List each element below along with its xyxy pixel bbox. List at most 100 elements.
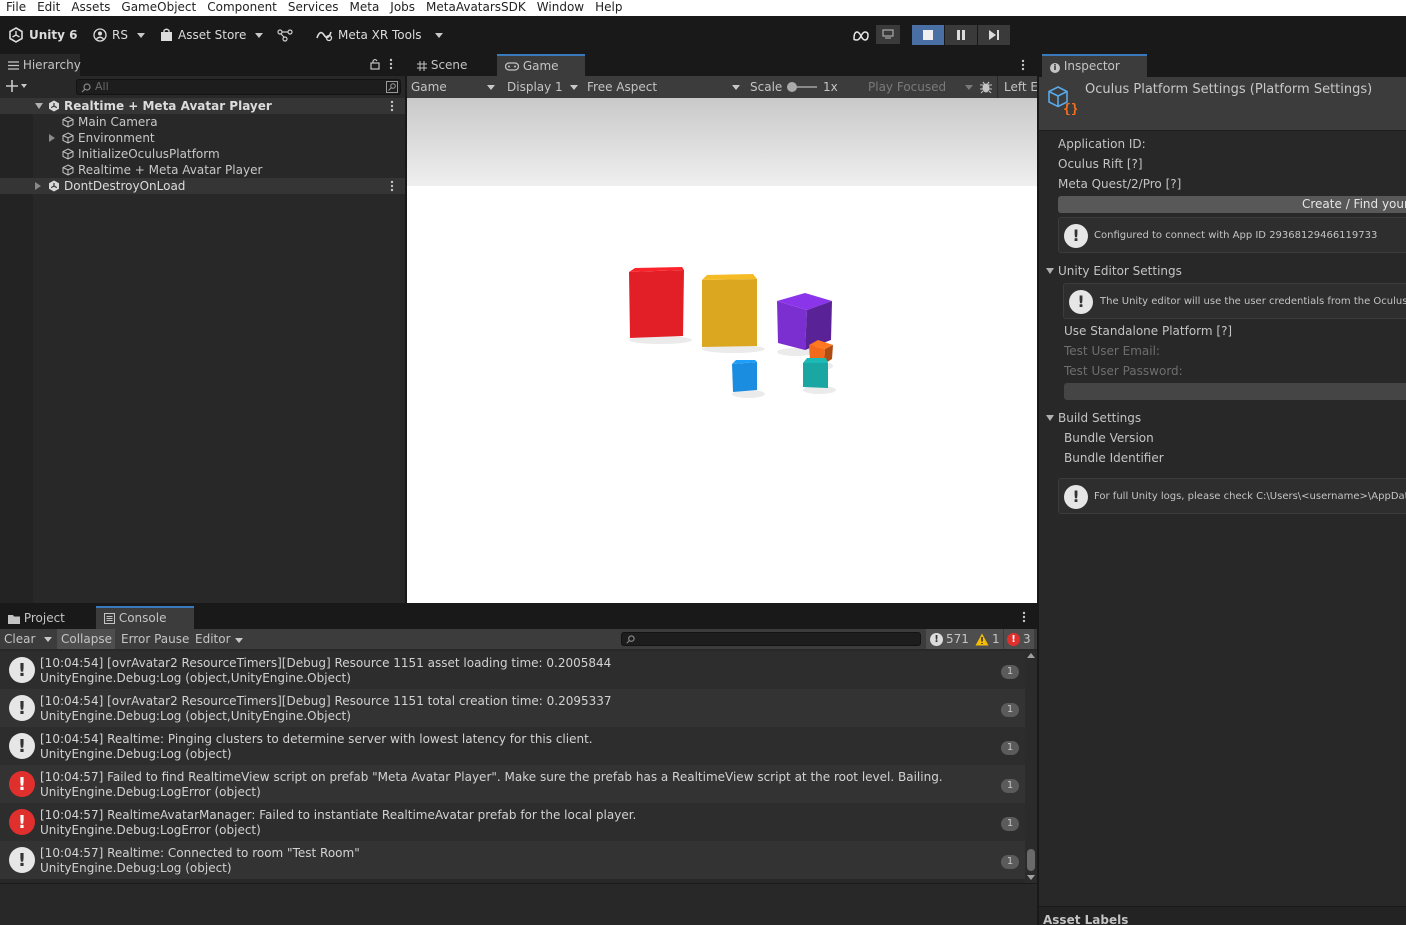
console-entry-count: 1 xyxy=(1001,779,1019,793)
tab-scene[interactable]: Scene xyxy=(409,54,495,76)
eye-selector-dropdown[interactable]: Left E xyxy=(997,76,1037,98)
hierarchy-item-main-camera[interactable]: Main Camera xyxy=(0,114,405,130)
menu-window[interactable]: Window xyxy=(531,0,589,16)
meta-logo-icon xyxy=(853,31,869,41)
teal-cube xyxy=(803,358,836,394)
add-button[interactable] xyxy=(6,79,28,96)
menu-edit[interactable]: Edit xyxy=(31,0,65,16)
account-dropdown[interactable]: RS xyxy=(93,26,145,44)
more-options-icon[interactable] xyxy=(389,58,393,73)
tab-project[interactable]: Project xyxy=(0,607,90,629)
hierarchy-item-initialize-oculus[interactable]: InitializeOculusPlatform xyxy=(0,146,405,162)
hierarchy-item-realtime-avatar[interactable]: Realtime + Meta Avatar Player xyxy=(0,162,405,178)
left-eye-label: Left E xyxy=(1004,80,1037,94)
scroll-up-icon[interactable] xyxy=(1027,653,1035,658)
hierarchy-scene-dontdestroy[interactable]: DontDestroyOnLoad xyxy=(0,178,405,194)
editor-dropdown-label: Editor xyxy=(195,632,231,646)
console-entry-error[interactable]: ! [10:04:57] Failed to find RealtimeView… xyxy=(0,765,1025,803)
console-entry[interactable]: ! [10:04:57] Realtime: Connected to room… xyxy=(0,841,1025,879)
scale-slider[interactable] xyxy=(787,82,817,92)
error-count-toggle[interactable]: ! 3 xyxy=(1004,629,1034,649)
tab-hierarchy[interactable]: Hierarchy xyxy=(0,54,81,76)
console-entry[interactable]: ! [10:04:54] [ovrAvatar2 ResourceTimers]… xyxy=(0,689,1025,727)
help-box-text: For full Unity logs, please check C:\Use… xyxy=(1094,491,1406,502)
display-dropdown-label: Display 1 xyxy=(507,80,563,94)
hierarchy-item-label: DontDestroyOnLoad xyxy=(64,179,186,193)
build-settings-foldout[interactable]: Build Settings xyxy=(1046,411,1141,425)
tab-console[interactable]: Console xyxy=(96,606,194,629)
warning-count-toggle[interactable]: 1 xyxy=(972,629,1003,649)
unity-editor-settings-foldout[interactable]: Unity Editor Settings xyxy=(1046,264,1182,278)
clear-button[interactable]: Clear xyxy=(4,629,35,649)
more-options-icon[interactable] xyxy=(390,100,394,112)
scale-slider-thumb[interactable] xyxy=(787,82,797,92)
game-view-dropdown[interactable]: Game xyxy=(407,76,497,98)
editor-dropdown[interactable]: Editor xyxy=(195,629,243,649)
tab-inspector[interactable]: i Inspector xyxy=(1042,54,1147,77)
stop-icon xyxy=(923,30,933,40)
unity-logo-icon xyxy=(9,27,23,43)
simulator-button[interactable] xyxy=(876,24,900,44)
hierarchy-scene-row[interactable]: Realtime + Meta Avatar Player xyxy=(0,98,405,114)
log-count-toggle[interactable]: ! 571 xyxy=(926,629,973,649)
menu-component[interactable]: Component xyxy=(201,0,282,16)
section-title: Build Settings xyxy=(1058,411,1142,425)
use-standalone-label: Use Standalone Platform [?] xyxy=(1064,324,1233,338)
more-options-icon[interactable] xyxy=(390,180,394,192)
menu-file[interactable]: File xyxy=(0,0,31,16)
more-options-icon[interactable] xyxy=(1021,59,1025,71)
hierarchy-game-divider[interactable] xyxy=(405,54,407,603)
error-pause-toggle[interactable]: Error Pause xyxy=(121,629,189,649)
game-view-render[interactable] xyxy=(407,98,1037,603)
collapse-toggle[interactable]: Collapse xyxy=(57,629,115,649)
inspector-divider[interactable] xyxy=(1037,54,1039,925)
search-by-type-icon[interactable] xyxy=(386,81,398,93)
step-button[interactable] xyxy=(978,25,1010,45)
play-focused-dropdown[interactable]: Play Focused xyxy=(863,76,973,98)
svg-text:{}: {} xyxy=(1063,102,1077,115)
lock-icon[interactable] xyxy=(370,58,380,73)
expand-arrow-icon[interactable] xyxy=(35,103,43,109)
hierarchy-item-label: Realtime + Meta Avatar Player xyxy=(78,163,263,177)
menu-jobs[interactable]: Jobs xyxy=(384,0,420,16)
scroll-down-icon[interactable] xyxy=(1027,875,1035,880)
console-entry[interactable]: ! [10:04:54] Realtime: Pinging clusters … xyxy=(0,727,1025,765)
hierarchy-search-input[interactable]: All xyxy=(76,79,401,95)
console-entry-count: 1 xyxy=(1001,741,1019,755)
test-user-password-label: Test User Password: xyxy=(1064,364,1183,378)
menu-assets[interactable]: Assets xyxy=(65,0,115,16)
menu-gameobject[interactable]: GameObject xyxy=(115,0,201,16)
expand-arrow-icon[interactable] xyxy=(49,134,55,142)
menu-services[interactable]: Services xyxy=(282,0,344,16)
console-search-input[interactable] xyxy=(621,632,921,646)
console-entry-error[interactable]: ! [10:04:57] RealtimeAvatarManager: Fail… xyxy=(0,803,1025,841)
console-scrollbar[interactable] xyxy=(1025,651,1037,883)
console-panel: Project Console Clear Collapse Error Pau… xyxy=(0,603,1037,925)
expand-arrow-icon[interactable] xyxy=(35,182,41,190)
clear-options-chevron-icon[interactable] xyxy=(44,637,52,642)
menu-help[interactable]: Help xyxy=(589,0,627,16)
asset-store-dropdown[interactable]: Asset Store xyxy=(160,26,264,44)
tab-game[interactable]: Game xyxy=(497,54,585,76)
unity-version-button[interactable]: Unity 6 xyxy=(8,26,78,44)
version-control-button[interactable] xyxy=(277,26,293,44)
pause-button[interactable] xyxy=(945,25,977,45)
menu-bar: File Edit Assets GameObject Component Se… xyxy=(0,0,1406,16)
console-entry[interactable]: ! [10:04:54] [ovrAvatar2 ResourceTimers]… xyxy=(0,651,1025,689)
menu-metaavatarssdk[interactable]: MetaAvatarsSDK xyxy=(420,0,531,16)
create-find-app-button[interactable]: Create / Find your xyxy=(1058,196,1406,213)
meta-xr-tools-dropdown[interactable]: Meta XR Tools xyxy=(315,26,443,44)
more-options-icon[interactable] xyxy=(1022,611,1026,623)
scrollbar-thumb[interactable] xyxy=(1027,849,1035,871)
hierarchy-item-environment[interactable]: Environment xyxy=(0,130,405,146)
aspect-dropdown[interactable]: Free Aspect xyxy=(583,76,743,98)
display-dropdown[interactable]: Display 1 xyxy=(503,76,583,98)
unity-scene-icon xyxy=(49,180,59,192)
warning-count: 1 xyxy=(992,632,1000,646)
bug-icon[interactable] xyxy=(979,80,993,94)
menu-meta[interactable]: Meta xyxy=(344,0,385,16)
stop-button[interactable] xyxy=(912,25,944,45)
asset-labels-bar: Asset Labels xyxy=(1039,906,1406,925)
grid-icon xyxy=(417,60,427,71)
meta-logo-button[interactable] xyxy=(852,27,870,45)
